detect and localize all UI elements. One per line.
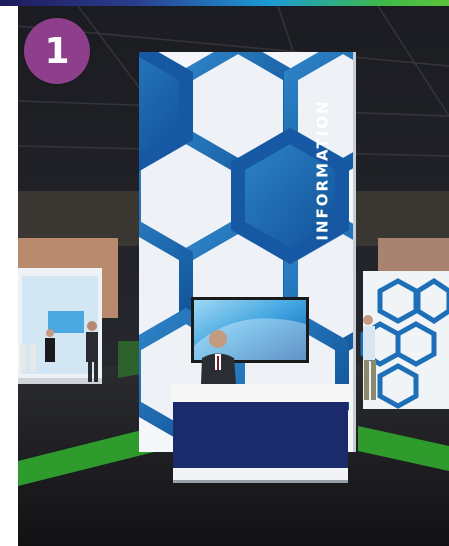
step-number: 1: [44, 30, 70, 72]
step-number-badge: 1: [24, 18, 90, 84]
booth-render: [18, 6, 449, 546]
